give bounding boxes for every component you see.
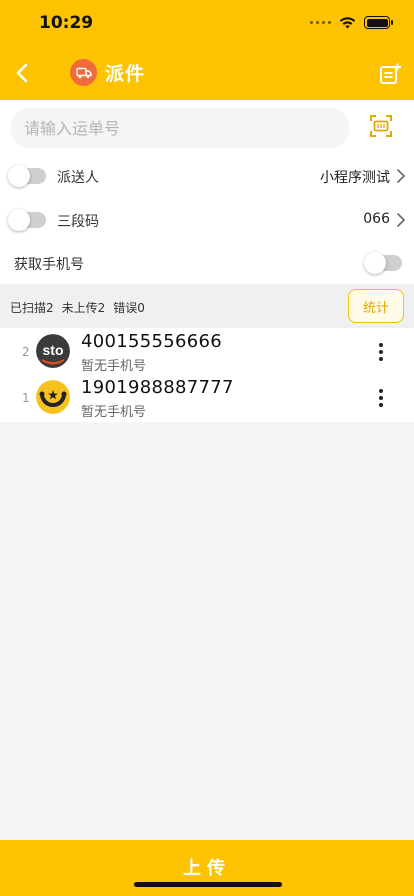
list-item[interactable]: 1 1901988887777 暂无手机号 (0, 374, 414, 420)
item-phone: 暂无手机号 (81, 359, 147, 374)
wifi-icon (339, 16, 356, 28)
statistics-button[interactable]: 统计 (348, 289, 404, 323)
scanned-count: 已扫描2 (10, 301, 54, 315)
fetch-phone-label: 获取手机号 (14, 257, 84, 273)
stats-summary: 已扫描2 未上传2 错误0 (10, 299, 145, 316)
waybill-search-input[interactable] (10, 108, 350, 148)
star-smile-logo (36, 380, 70, 414)
courier-value: 小程序测试 (320, 170, 390, 186)
segment-code-row[interactable]: 三段码 066 (0, 198, 414, 242)
status-time: 10:29 (39, 13, 94, 33)
waybill-list: 2 sto 400155556666 暂无手机号 1 1901988887777… (0, 328, 414, 422)
courier-toggle[interactable] (8, 165, 46, 187)
segment-code-value: 066 (363, 211, 390, 227)
list-add-icon (380, 63, 401, 84)
navbar: 派件 (0, 50, 414, 96)
not-uploaded-count: 未上传2 (61, 301, 106, 315)
sto-express-logo: sto (36, 334, 70, 368)
page-title: 派件 (105, 63, 146, 85)
segment-code-toggle[interactable] (8, 209, 46, 231)
svg-text:sto: sto (43, 342, 64, 358)
scan-button[interactable] (369, 114, 393, 138)
truck-icon (70, 59, 97, 86)
item-index: 2 (22, 345, 30, 359)
item-phone: 暂无手机号 (81, 405, 147, 420)
fetch-phone-toggle[interactable] (364, 252, 402, 274)
search-row (0, 100, 414, 154)
cellular-dots-icon (310, 21, 331, 24)
chevron-right-icon (397, 169, 406, 183)
home-indicator (134, 882, 282, 887)
error-count: 错误0 (113, 301, 145, 315)
status-icons (310, 16, 393, 29)
add-list-button[interactable] (378, 62, 402, 86)
battery-icon (364, 16, 393, 29)
list-item[interactable]: 2 sto 400155556666 暂无手机号 (0, 328, 414, 374)
item-waybill-number: 400155556666 (81, 331, 223, 352)
title-group: 派件 (70, 59, 145, 86)
courier-row[interactable]: 派送人 小程序测试 (0, 154, 414, 198)
fetch-phone-row: 获取手机号 (0, 242, 414, 284)
chevron-left-icon (16, 63, 28, 83)
chevron-right-icon (397, 213, 406, 227)
header: 10:29 派件 (0, 0, 414, 100)
item-index: 1 (22, 391, 30, 405)
upload-button[interactable]: 上传 (0, 840, 414, 896)
barcode-scan-icon (370, 115, 392, 137)
status-bar: 10:29 (0, 0, 414, 44)
segment-code-label: 三段码 (57, 214, 99, 230)
more-options-icon[interactable] (372, 342, 390, 362)
back-button[interactable] (10, 58, 38, 88)
item-waybill-number: 1901988887777 (81, 377, 234, 398)
more-options-icon[interactable] (372, 388, 390, 408)
courier-label: 派送人 (57, 170, 99, 186)
